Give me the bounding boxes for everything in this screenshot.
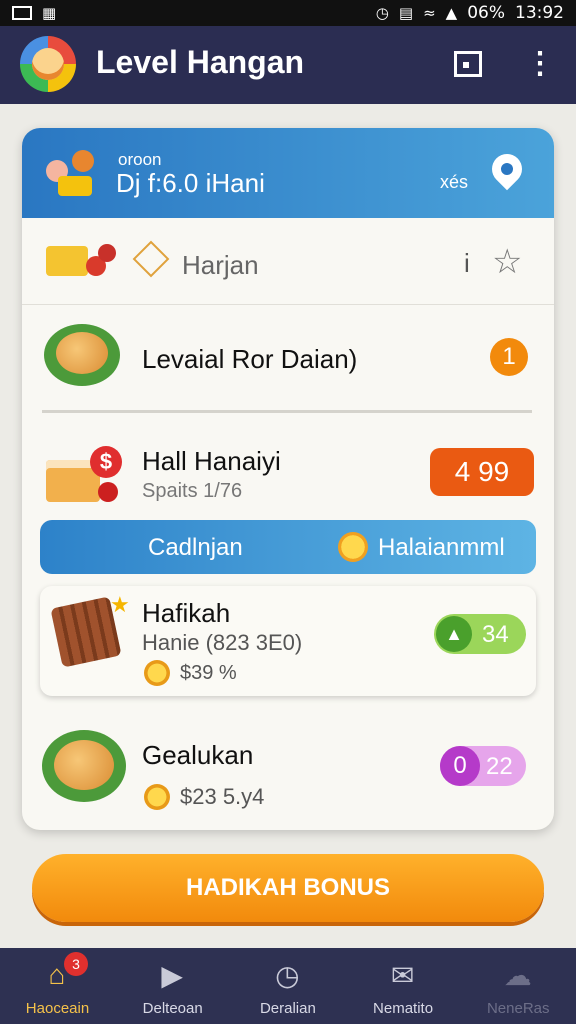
nav-item-mail[interactable]: ✉ Nematito xyxy=(346,948,461,1024)
vibrate-icon: ▤ xyxy=(398,4,414,22)
image-icon: ▦ xyxy=(42,4,57,22)
card-header: oroon Dj f:6.0 iHani xés xyxy=(22,128,554,218)
notification-badge: 3 xyxy=(64,952,88,976)
item-label: Levaial Ror Daian) xyxy=(142,344,358,374)
item-price: $23 5.y4 xyxy=(180,784,265,809)
nav-item-clock[interactable]: ◷ Deralian xyxy=(230,948,345,1024)
item-label: Harjan xyxy=(182,250,259,280)
list-item[interactable]: $ Hall Hanaiyi Spaits 1/76 4 99 xyxy=(22,424,554,520)
star-icon[interactable]: ☆ xyxy=(492,242,522,282)
star-icon: ★ xyxy=(110,592,130,617)
nav-item-play[interactable]: ▶ Delteoan xyxy=(115,948,230,1024)
nav-label: Delteoan xyxy=(142,1000,203,1017)
cube-icon xyxy=(132,240,170,278)
cheese-tomato-icon xyxy=(46,242,116,282)
badge-value: 22 xyxy=(486,753,513,780)
badge-value: 34 xyxy=(482,621,509,648)
person-icon: ▲ xyxy=(436,616,472,652)
badge-left: 0 xyxy=(440,746,480,786)
item-label: Hall Hanaiyi xyxy=(142,446,281,476)
header-title: Dj f:6.0 iHani xyxy=(116,168,265,198)
nav-label: NeneRas xyxy=(486,1000,550,1017)
info-icon[interactable]: i xyxy=(464,248,470,279)
nav-label: Nematito xyxy=(373,1000,434,1017)
nav-label: Deralian xyxy=(259,1000,316,1017)
nav-item-cloud[interactable]: ☁ NeneRas xyxy=(461,948,576,1024)
item-title: Gealukan xyxy=(142,740,254,770)
bread-icon xyxy=(42,730,126,802)
item-sub: Spaits 1/76 xyxy=(142,480,243,502)
toast-dollar-icon: $ xyxy=(46,446,124,508)
app-bar: Level Hangan ⋮ xyxy=(0,26,576,104)
list-item[interactable]: Harjan i ☆ xyxy=(22,218,554,305)
featured-item-card[interactable]: ★ Hafikah Hanie (823 3E0) $39 % ▲ 34 xyxy=(40,586,536,696)
value-badge[interactable]: 0 22 xyxy=(440,746,526,786)
nav-label: Haoceain xyxy=(25,1000,90,1017)
category-bar[interactable]: Cadlnjan Halaianmml xyxy=(40,520,536,574)
divider xyxy=(42,410,532,413)
header-extra: xés xyxy=(440,172,469,192)
coin-icon xyxy=(144,660,170,686)
bonus-button[interactable]: HADIKAH BONUS xyxy=(32,854,544,922)
status-bar: ▦ ◷ ▤ ≈ ▲ 06% 13:92 xyxy=(0,0,576,26)
item-sub: Hanie (823 3E0) xyxy=(142,630,303,655)
characters-icon xyxy=(46,150,106,198)
sun-icon xyxy=(338,532,368,562)
notification-icon xyxy=(12,6,32,20)
app-logo xyxy=(20,36,76,92)
category-label: Cadlnjan xyxy=(148,534,243,561)
coin-icon xyxy=(144,784,170,810)
battery-text: 06% xyxy=(467,3,505,23)
clock-time: 13:92 xyxy=(515,3,564,23)
signal-icon: ▲ xyxy=(445,4,458,22)
cloud-icon: ☁ xyxy=(503,959,532,991)
location-pin-icon[interactable] xyxy=(485,147,529,191)
price-button[interactable]: 4 99 xyxy=(430,448,534,496)
bottom-nav: ⌂ 3 Haoceain ▶ Delteoan ◷ Deralian ✉ Nem… xyxy=(0,948,576,1024)
alarm-icon: ◷ xyxy=(375,4,389,22)
value-badge[interactable]: ▲ 34 xyxy=(434,614,526,654)
item-title: Hafikah xyxy=(142,598,231,628)
clock-icon: ◷ xyxy=(275,959,300,991)
message-icon xyxy=(454,51,482,77)
wifi-icon: ≈ xyxy=(423,4,436,22)
bread-icon xyxy=(44,324,120,386)
count-badge: 1 xyxy=(490,338,528,376)
list-item[interactable]: Levaial Ror Daian) 1 xyxy=(22,304,554,414)
list-item[interactable]: Gealukan $23 5.y4 0 22 xyxy=(22,718,554,828)
level-card: oroon Dj f:6.0 iHani xés Harjan i ☆ Leva… xyxy=(22,128,554,830)
mail-icon: ✉ xyxy=(390,959,415,991)
message-button[interactable] xyxy=(450,46,486,82)
play-icon: ▶ xyxy=(161,959,183,991)
category-right-label: Halaianmml xyxy=(378,534,505,561)
header-subtitle: oroon xyxy=(118,150,162,169)
item-price: $39 % xyxy=(180,662,237,684)
more-options-button[interactable]: ⋮ xyxy=(522,46,558,82)
nav-item-home[interactable]: ⌂ 3 Haoceain xyxy=(0,948,115,1024)
app-title: Level Hangan xyxy=(96,44,305,80)
